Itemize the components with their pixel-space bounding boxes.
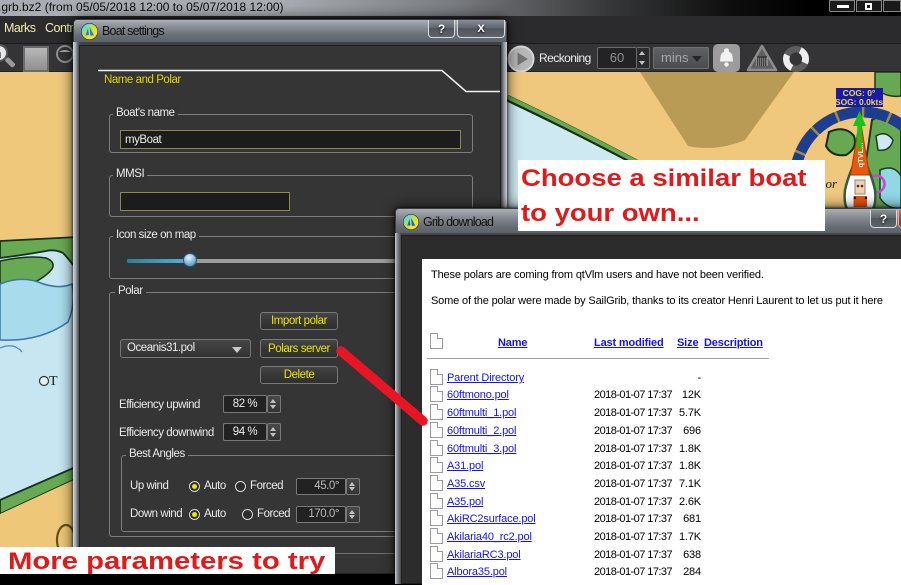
svg-text:SOG: 0.0kts: SOG: 0.0kts bbox=[835, 97, 883, 107]
svg-text:T: T bbox=[49, 374, 58, 389]
svg-text:n: n bbox=[0, 47, 2, 61]
